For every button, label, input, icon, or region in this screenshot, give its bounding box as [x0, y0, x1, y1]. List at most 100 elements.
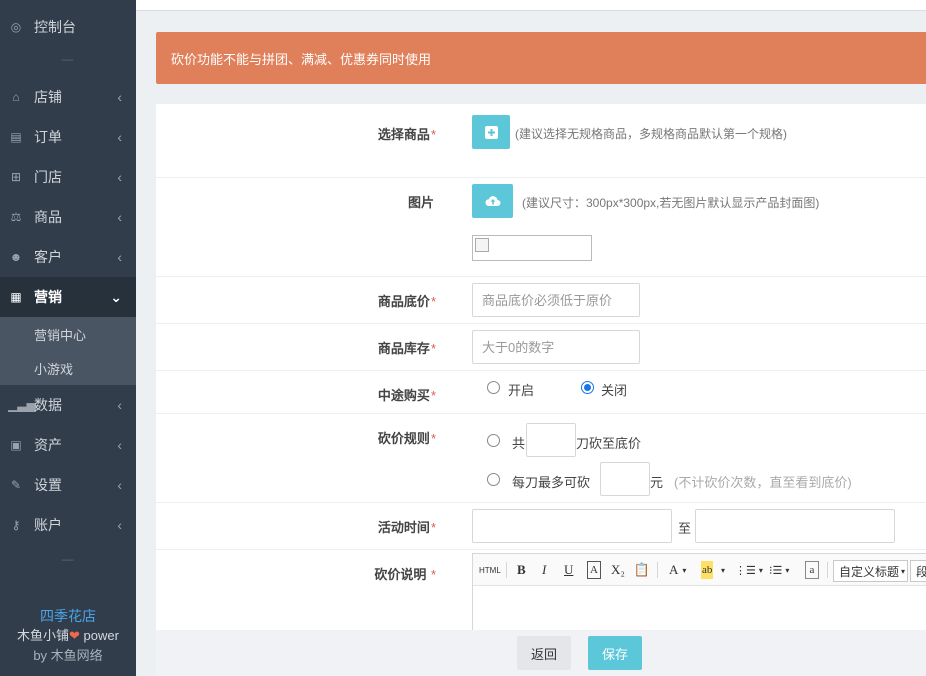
start-time-input[interactable]: [472, 509, 672, 543]
chevron-left-icon: ‹: [117, 517, 122, 533]
sidebar-item-label: 设置: [34, 477, 62, 493]
sidebar-item-label: 营销: [34, 289, 62, 305]
ordered-list-icon: ⋮☰: [735, 564, 756, 577]
chevron-left-icon: ‹: [117, 437, 122, 453]
sidebar-divider: —: [61, 52, 75, 66]
sidebar-divider: —: [61, 552, 75, 566]
rule-max-prefix: 每刀最多可砍: [512, 475, 591, 490]
sidebar-item-goods[interactable]: ⚖ 商品 ‹: [0, 197, 136, 237]
subscript-button[interactable]: X₂: [611, 561, 625, 579]
link-anchor-button[interactable]: a: [805, 561, 819, 579]
key-icon: ⚷: [11, 518, 21, 532]
row-divider: [156, 502, 926, 503]
sidebar-item-orders[interactable]: ▤ 订单 ‹: [0, 117, 136, 157]
rule-max-suffix: 元: [650, 475, 664, 490]
sidebar-item-label: 店铺: [34, 89, 62, 105]
chevron-left-icon: ‹: [117, 477, 122, 493]
stock-input[interactable]: [472, 330, 640, 364]
bargain-desc-label: 砍价说明 *: [374, 567, 436, 582]
warning-alert: 砍价功能不能与拼团、满减、优惠券同时使用: [156, 32, 926, 84]
paste-button[interactable]: 📋: [634, 561, 650, 579]
rule-max-input[interactable]: [600, 462, 650, 496]
chevron-left-icon: ‹: [117, 249, 122, 265]
sidebar-item-branches[interactable]: ⊞ 门店 ‹: [0, 157, 136, 197]
image-preview: [472, 235, 592, 261]
add-goods-button[interactable]: [472, 115, 510, 149]
upload-image-button[interactable]: [472, 184, 513, 218]
chevron-left-icon: ‹: [117, 89, 122, 105]
sidebar-item-label: 资产: [34, 437, 62, 453]
chevron-left-icon: ‹: [117, 129, 122, 145]
midway-buy-off-radio[interactable]: [581, 381, 594, 394]
highlight-button[interactable]: ab: [701, 561, 714, 579]
end-time-input[interactable]: [695, 509, 895, 543]
sidebar-item-customers[interactable]: ☻ 客户 ‹: [0, 237, 136, 277]
store-icon: ⌂: [12, 90, 20, 104]
sidebar-item-marketing[interactable]: ▦ 营销 ⌄: [0, 277, 136, 317]
gift-icon: ▦: [10, 290, 22, 304]
dropdown-caret-icon: ▾: [682, 565, 687, 575]
sidebar-item-assets[interactable]: ▣ 资产 ‹: [0, 425, 136, 465]
rule-max-radio[interactable]: [487, 473, 500, 486]
midway-buy-on-radio[interactable]: [487, 381, 500, 394]
chevron-left-icon: ‹: [117, 209, 122, 225]
row-divider: [156, 276, 926, 277]
top-bar: [136, 0, 926, 11]
sidebar-item-dashboard[interactable]: ◎ 控制台: [0, 7, 136, 47]
font-color-button[interactable]: A ▾: [669, 561, 686, 579]
toolbar-separator: [506, 562, 507, 578]
sidebar-subitem-marketing-center[interactable]: 营销中心: [0, 317, 136, 351]
select-goods-hint: (建议选择无规格商品，多规格商品默认第一个规格): [515, 127, 787, 141]
broken-image-icon: [475, 238, 489, 252]
brand-line: 木鱼小铺❤ power: [0, 626, 136, 646]
unordered-list-button[interactable]: ⁝☰ ▾: [769, 561, 789, 579]
shop-name[interactable]: 四季花店: [0, 606, 136, 626]
chevron-down-icon: ⌄: [110, 288, 122, 305]
sidebar-item-settings[interactable]: ✎ 设置 ‹: [0, 465, 136, 505]
unordered-list-icon: ⁝☰: [769, 564, 783, 577]
brand-power: power: [79, 628, 119, 643]
sidebar-item-account[interactable]: ⚷ 账户 ‹: [0, 505, 136, 545]
sidebar-item-label: 订单: [34, 129, 62, 145]
base-price-input[interactable]: [472, 283, 640, 317]
html-source-button[interactable]: HTML: [479, 561, 501, 579]
brand-name: 木鱼小铺: [17, 628, 70, 643]
sidebar-subitem-label: 小游戏: [34, 361, 74, 377]
dropdown-caret-icon[interactable]: ▾: [721, 561, 725, 579]
row-divider: [156, 323, 926, 324]
font-border-button[interactable]: A: [587, 561, 601, 579]
italic-button[interactable]: I: [542, 561, 546, 579]
select-goods-label: 选择商品*: [377, 127, 436, 142]
bar-chart-icon: ▁▃▅: [8, 398, 36, 412]
row-divider: [156, 177, 926, 178]
bold-button[interactable]: B: [517, 561, 526, 579]
base-price-label: 商品底价*: [377, 294, 436, 309]
sidebar-item-label: 商品: [34, 209, 62, 225]
heading-select[interactable]: 自定义标题 ▾: [833, 560, 908, 582]
save-button[interactable]: 保存: [588, 636, 642, 670]
row-divider: [156, 413, 926, 414]
rule-count-input[interactable]: [526, 423, 576, 457]
bargain-rule-label: 砍价规则*: [377, 431, 436, 446]
paragraph-select[interactable]: 段: [910, 560, 926, 582]
ordered-list-button[interactable]: ⋮☰ ▾: [735, 561, 763, 579]
sidebar-item-data[interactable]: ▁▃▅ 数据 ‹: [0, 385, 136, 425]
sidebar-item-label: 数据: [34, 397, 62, 413]
cloud-upload-icon: [485, 196, 500, 207]
brand-footer: 四季花店 木鱼小铺❤ power by 木鱼网络: [0, 606, 136, 666]
order-icon: ▤: [10, 130, 22, 144]
sidebar-subitem-minigames[interactable]: 小游戏: [0, 351, 136, 385]
sidebar: ◎ 控制台 — ⌂ 店铺 ‹ ▤ 订单 ‹ ⊞ 门店 ‹ ⚖ 商品 ‹ ☻ 客户…: [0, 0, 136, 676]
sidebar-item-label: 门店: [34, 169, 62, 185]
scale-icon: ⚖: [10, 210, 22, 224]
back-button[interactable]: 返回: [517, 636, 571, 670]
row-divider: [156, 370, 926, 371]
rule-count-radio[interactable]: [487, 434, 500, 447]
midway-buy-on-label: 开启: [508, 383, 535, 398]
plus-icon: [484, 125, 498, 139]
sidebar-submenu: 营销中心 小游戏: [0, 317, 136, 385]
image-label: 图片: [407, 195, 434, 210]
sidebar-item-store[interactable]: ⌂ 店铺 ‹: [0, 77, 136, 117]
stock-label: 商品库存*: [377, 341, 436, 356]
underline-button[interactable]: U: [564, 561, 573, 579]
